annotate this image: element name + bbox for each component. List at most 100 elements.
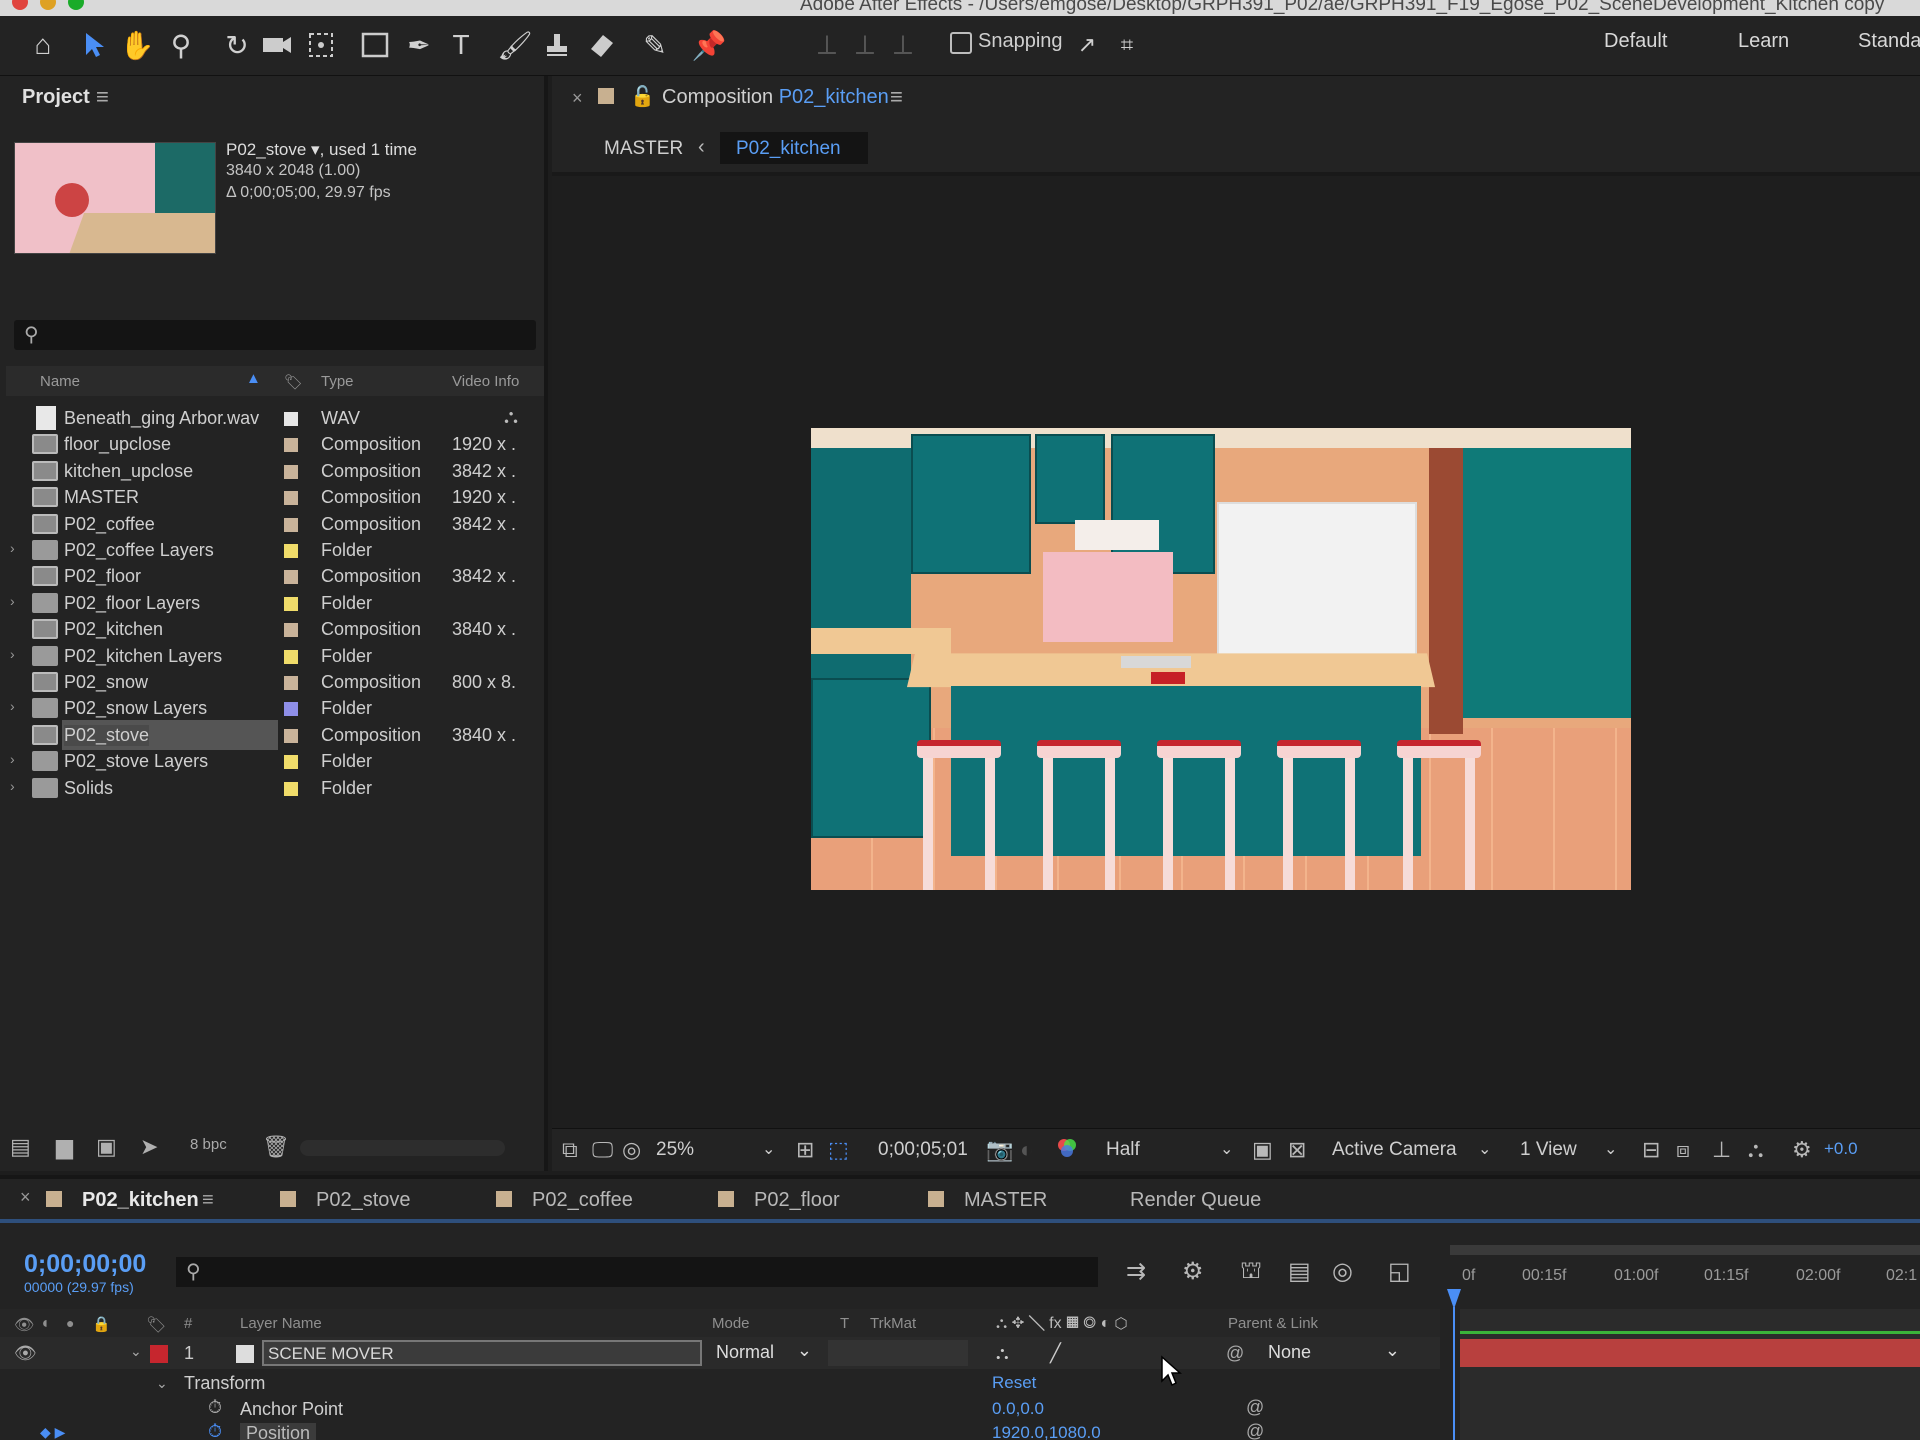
stopwatch-icon[interactable]: ⏱ — [208, 1421, 222, 1440]
frame-blending-icon[interactable]: ▤ — [1288, 1257, 1311, 1286]
label-color-swatch[interactable] — [284, 623, 298, 638]
chevron-down-icon[interactable]: ⌄ — [156, 1375, 168, 1392]
hamburger-menu-icon[interactable]: ≡ — [96, 84, 109, 110]
selected-item-name[interactable]: P02_stove ▾ — [226, 140, 320, 159]
eye-icon[interactable]: 👁 — [14, 1343, 37, 1364]
new-folder-icon[interactable]: ▆ — [56, 1134, 73, 1160]
toggle-pixel-aspect-icon[interactable]: ⊟ — [1642, 1137, 1660, 1163]
project-item[interactable]: › Solids Folder — [6, 772, 544, 804]
label-color-swatch[interactable] — [284, 412, 298, 426]
rectangle-icon[interactable] — [356, 26, 394, 64]
always-preview-icon[interactable]: ⧉ — [562, 1137, 578, 1163]
graph-editor-icon[interactable]: ◱ — [1388, 1257, 1411, 1286]
label-color-swatch[interactable] — [284, 702, 298, 717]
pick-whip-icon[interactable]: @ — [1226, 1343, 1244, 1364]
brush-icon[interactable]: 🖌 — [496, 26, 534, 64]
label-color-swatch[interactable] — [284, 464, 298, 479]
tab-p02-coffee[interactable]: P02_coffee — [496, 1189, 633, 1212]
label-color-swatch[interactable] — [284, 755, 298, 770]
draft-3d-icon[interactable]: ⚙ — [1182, 1257, 1204, 1286]
clone-stamp-icon[interactable] — [538, 26, 576, 64]
pan-behind-icon[interactable] — [302, 26, 340, 64]
column-mode[interactable]: Mode — [712, 1315, 750, 1332]
color-channels-icon[interactable] — [1056, 1137, 1078, 1165]
lock-icon[interactable]: 🔒 — [92, 1315, 111, 1333]
label-color-swatch[interactable] — [284, 517, 298, 532]
snapping-checkbox[interactable] — [950, 32, 972, 54]
pick-whip-icon[interactable]: @ — [1246, 1421, 1264, 1440]
layer-duration-bar[interactable] — [1460, 1339, 1920, 1367]
flowchart-icon[interactable]: ⛬ — [504, 406, 518, 429]
layer-label-color[interactable] — [150, 1345, 168, 1363]
safe-margins-icon[interactable]: ⊞ — [796, 1137, 814, 1163]
snap-target-icon[interactable]: ⌗ — [1108, 26, 1146, 64]
position-value[interactable]: 1920.0,1080.0 — [992, 1423, 1101, 1440]
label-color-swatch[interactable] — [284, 438, 298, 453]
stopwatch-icon[interactable]: ⏱ — [208, 1397, 222, 1418]
rotate-icon[interactable]: ↻ — [218, 26, 256, 64]
time-ruler[interactable]: 0f 00:15f 01:00f 01:15f 02:00f 02:1 — [1450, 1245, 1920, 1301]
adobe-media-encoder-icon[interactable]: ➤ — [140, 1134, 158, 1160]
transparency-grid-icon[interactable]: ⊠ — [1288, 1137, 1306, 1163]
mask-visibility-icon[interactable]: ⬚ — [828, 1137, 849, 1163]
workspace-default[interactable]: Default — [1604, 30, 1667, 53]
chevron-down-icon[interactable]: ⌄ — [1478, 1139, 1491, 1159]
track-matte-dropdown[interactable] — [828, 1340, 968, 1366]
tab-p02-floor[interactable]: P02_floor — [718, 1189, 840, 1212]
chevron-down-icon[interactable]: ⌄ — [1220, 1139, 1233, 1159]
workspace-standard[interactable]: Standard — [1858, 30, 1920, 53]
reset-exposure-icon[interactable]: ⚙ — [1792, 1137, 1812, 1163]
interpret-footage-icon[interactable]: ▤ — [10, 1134, 31, 1160]
hand-icon[interactable]: ✋ — [118, 26, 156, 64]
tab-p02-kitchen[interactable]: P02_kitchen — [46, 1189, 199, 1212]
roto-brush-icon[interactable]: ✎ — [636, 26, 674, 64]
breadcrumb-master[interactable]: MASTER — [604, 138, 683, 160]
expand-arrow-icon[interactable]: › — [10, 751, 15, 767]
fast-previews-icon[interactable]: ⧈ — [1676, 1137, 1690, 1163]
snap-feather-icon[interactable]: ↗ — [1068, 26, 1106, 64]
layer-row[interactable]: 👁 ⌄ 1 SCENE MOVER Normal ⌄ ⛬ ╱ @ None ⌄ — [0, 1337, 1440, 1369]
vr-headset-icon[interactable]: ◎ — [622, 1137, 641, 1163]
label-color-swatch[interactable] — [284, 544, 298, 558]
eye-icon[interactable]: 👁 — [14, 1315, 34, 1335]
show-snapshot-icon[interactable]: ◐ — [1020, 1137, 1033, 1163]
project-scrollbar[interactable] — [300, 1140, 505, 1156]
region-of-interest-icon[interactable]: ▣ — [1252, 1137, 1273, 1163]
current-time-display[interactable]: 0;00;00;00 — [24, 1250, 146, 1279]
view-layout-dropdown[interactable]: 1 View — [1520, 1139, 1577, 1161]
lock-icon[interactable]: 🔓 — [630, 84, 655, 109]
axis-view-icon[interactable]: ⟂ — [884, 26, 922, 64]
label-color-swatch[interactable] — [284, 728, 298, 743]
home-icon[interactable]: ⌂ — [24, 26, 62, 64]
label-color-swatch[interactable] — [284, 491, 298, 506]
expand-arrow-icon[interactable]: › — [10, 778, 15, 794]
layer-name-field[interactable]: SCENE MOVER — [262, 1340, 702, 1366]
column-trkmat[interactable]: TrkMat — [870, 1315, 916, 1332]
project-search-input[interactable]: ⚲ — [14, 320, 536, 350]
timeline-search-input[interactable]: ⚲ — [176, 1257, 1098, 1287]
column-video-info[interactable]: Video Info — [452, 373, 519, 390]
label-color-swatch[interactable] — [284, 570, 298, 585]
exposure-value[interactable]: +0.0 — [1824, 1139, 1858, 1159]
column-t[interactable]: T — [840, 1315, 849, 1332]
keyframe-nav-icon[interactable]: ◆ ▶ — [40, 1424, 65, 1440]
column-layer-name[interactable]: Layer Name — [240, 1315, 322, 1332]
close-window-button[interactable] — [12, 0, 28, 10]
label-color-swatch[interactable] — [284, 676, 298, 690]
column-name[interactable]: Name — [40, 373, 80, 390]
camera-view-dropdown[interactable]: Active Camera — [1332, 1139, 1457, 1161]
composition-canvas[interactable] — [811, 428, 1631, 890]
column-type[interactable]: Type — [321, 373, 354, 390]
breadcrumb-left-arrow-icon[interactable]: ‹ — [698, 136, 705, 159]
pen-icon[interactable]: ✒ — [400, 26, 438, 64]
work-area-bar[interactable] — [1450, 1245, 1920, 1255]
axis-world-icon[interactable]: ⟂ — [846, 26, 884, 64]
chevron-down-icon[interactable]: ⌄ — [762, 1139, 775, 1159]
chevron-down-icon[interactable]: ⌄ — [130, 1343, 142, 1360]
trash-icon[interactable]: 🗑 — [262, 1134, 290, 1160]
motion-blur-icon[interactable]: ◎ — [1332, 1257, 1353, 1286]
zoom-dropdown[interactable]: 25% — [656, 1139, 694, 1161]
puppet-pin-icon[interactable]: 📌 — [690, 26, 728, 64]
current-time-display[interactable]: 0;00;05;01 — [878, 1139, 968, 1161]
blend-mode-dropdown[interactable]: Normal ⌄ — [708, 1340, 820, 1366]
